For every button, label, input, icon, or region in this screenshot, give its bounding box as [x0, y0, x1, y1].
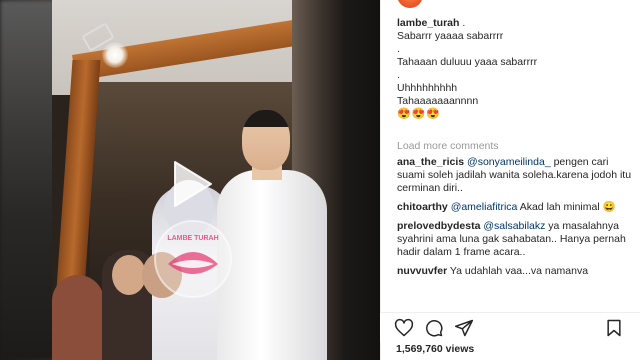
comment-item: nuvvuvfer Ya udahlah vaa...va namanva	[397, 265, 633, 278]
comment-text: Akad lah minimal 😀	[517, 201, 616, 213]
lambe-turah-watermark-logo: LAMBE TURAH	[152, 218, 234, 300]
post-actions-bar	[380, 312, 640, 342]
comment-item: chitoarthy @ameliafitrica Akad lah minim…	[397, 201, 633, 214]
heart-icon[interactable]	[394, 318, 414, 338]
caption-line: .	[397, 43, 400, 55]
caption-username-suffix: .	[459, 17, 466, 29]
comment-username[interactable]: ana_the_ricis	[397, 156, 464, 168]
post-sidebar: lambe_turah . Sabarrr yaaaa sabarrrr . T…	[380, 0, 640, 360]
comment-mention[interactable]: @sonyameilinda_	[467, 156, 551, 168]
video-side-blur	[0, 0, 60, 360]
video-player[interactable]: LAMBE TURAH	[0, 0, 380, 360]
caption-emoji: 😍😍😍	[397, 108, 442, 120]
view-count: 1,569,760 views	[396, 343, 475, 355]
load-more-comments-link[interactable]: Load more comments	[397, 140, 499, 152]
play-icon[interactable]	[165, 158, 217, 210]
comment-username[interactable]: nuvvuvfer	[397, 265, 447, 277]
bookmark-icon[interactable]	[604, 318, 624, 338]
caption-line: .	[397, 69, 400, 81]
caption-line: Tahaaaaaaannnn	[397, 95, 479, 107]
comment-text: Ya udahlah vaa...va namanva	[449, 265, 589, 277]
caption-line: Sabarrr yaaaa sabarrrr	[397, 30, 504, 42]
share-icon[interactable]	[454, 318, 474, 338]
comment-item: prelovedbydesta @salsabilakz ya masalahn…	[397, 220, 633, 259]
post-caption: lambe_turah . Sabarrr yaaaa sabarrrr . T…	[397, 17, 633, 121]
caption-username[interactable]: lambe_turah	[397, 17, 459, 29]
comment-username[interactable]: prelovedbydesta	[397, 220, 480, 232]
caption-line: Tahaaan duluuu yaaa sabarrrr	[397, 56, 538, 68]
comment-item: ana_the_ricis @sonyameilinda_ pengen car…	[397, 156, 633, 195]
comment-mention[interactable]: @salsabilakz	[483, 220, 545, 232]
caption-line: Uhhhhhhhhh	[397, 82, 458, 94]
comment-list: ana_the_ricis @sonyameilinda_ pengen car…	[397, 156, 633, 284]
avatar[interactable]	[397, 0, 423, 8]
comment-mention[interactable]: @ameliafitrica	[451, 201, 518, 213]
svg-text:LAMBE TURAH: LAMBE TURAH	[167, 235, 218, 242]
ceiling-lamp	[102, 42, 128, 68]
comment-icon[interactable]	[424, 318, 444, 338]
comment-username[interactable]: chitoarthy	[397, 201, 448, 213]
